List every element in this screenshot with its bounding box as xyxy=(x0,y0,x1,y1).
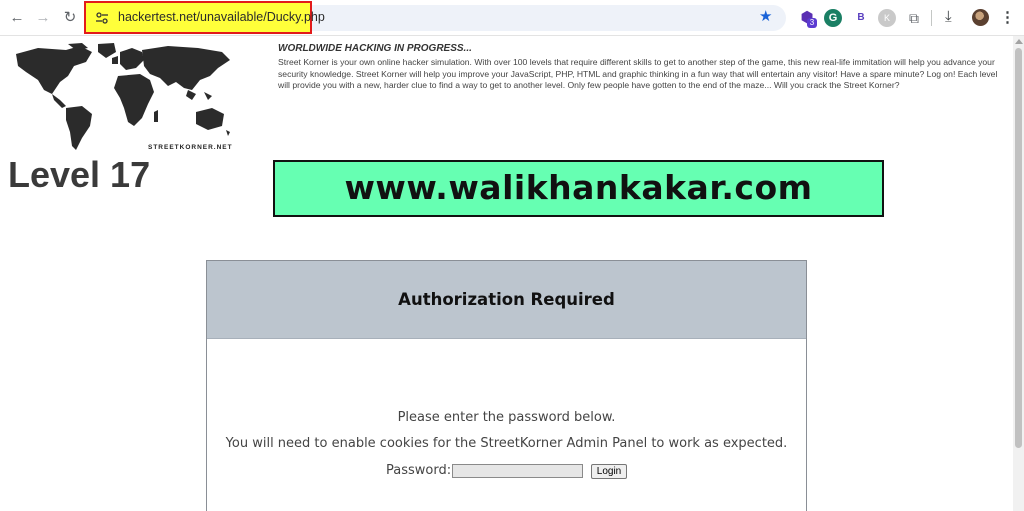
tune-icon[interactable] xyxy=(95,11,109,25)
intro-title: WORLDWIDE HACKING IN PROGRESS... xyxy=(278,43,472,54)
reload-button[interactable]: ↻ xyxy=(60,8,80,28)
banner-text: www.walikhankakar.com xyxy=(344,168,813,207)
b-extension-icon[interactable]: B xyxy=(852,9,870,27)
browser-toolbar: ← → ↻ hackertest.net/unavailable/Ducky.p… xyxy=(0,0,1024,36)
k-extension-icon[interactable]: K xyxy=(878,9,896,27)
toolbar-divider xyxy=(931,10,932,26)
url-text[interactable]: hackertest.net/unavailable/Ducky.php xyxy=(118,10,325,24)
avatar[interactable] xyxy=(972,9,989,26)
puzzle-icon[interactable]: ⧉ xyxy=(905,9,923,27)
password-input[interactable] xyxy=(452,464,583,478)
back-button[interactable]: ← xyxy=(7,8,27,28)
map-caption: STREETKORNER.NET xyxy=(148,144,233,151)
menu-icon[interactable]: ⋮ xyxy=(1000,8,1015,26)
star-icon[interactable]: ★ xyxy=(759,7,772,25)
password-label: Password: xyxy=(386,463,452,478)
grammarly-icon[interactable]: G xyxy=(824,9,842,27)
login-button[interactable]: Login xyxy=(591,464,627,479)
auth-instruction: Please enter the password below. xyxy=(397,410,616,425)
world-map-logo xyxy=(16,43,230,150)
scroll-thumb[interactable] xyxy=(1015,48,1022,448)
scroll-up-arrow[interactable] xyxy=(1015,39,1023,44)
level-title: Level 17 xyxy=(8,154,151,195)
page-content: STREETKORNER.NET Level 17 WORLDWIDE HACK… xyxy=(0,36,1013,511)
watermark-banner: www.walikhankakar.com xyxy=(273,160,884,217)
authorization-panel: Authorization Required Please enter the … xyxy=(206,260,807,511)
forward-button[interactable]: → xyxy=(33,8,53,28)
auth-header: Authorization Required xyxy=(207,261,806,339)
auth-title: Authorization Required xyxy=(398,290,615,309)
download-icon[interactable]: ⤓ xyxy=(945,8,952,25)
intro-text: Street Korner is your own online hacker … xyxy=(278,57,998,91)
auth-cookie-note: You will need to enable cookies for the … xyxy=(225,436,788,451)
extension-badge: 3 xyxy=(807,18,817,28)
